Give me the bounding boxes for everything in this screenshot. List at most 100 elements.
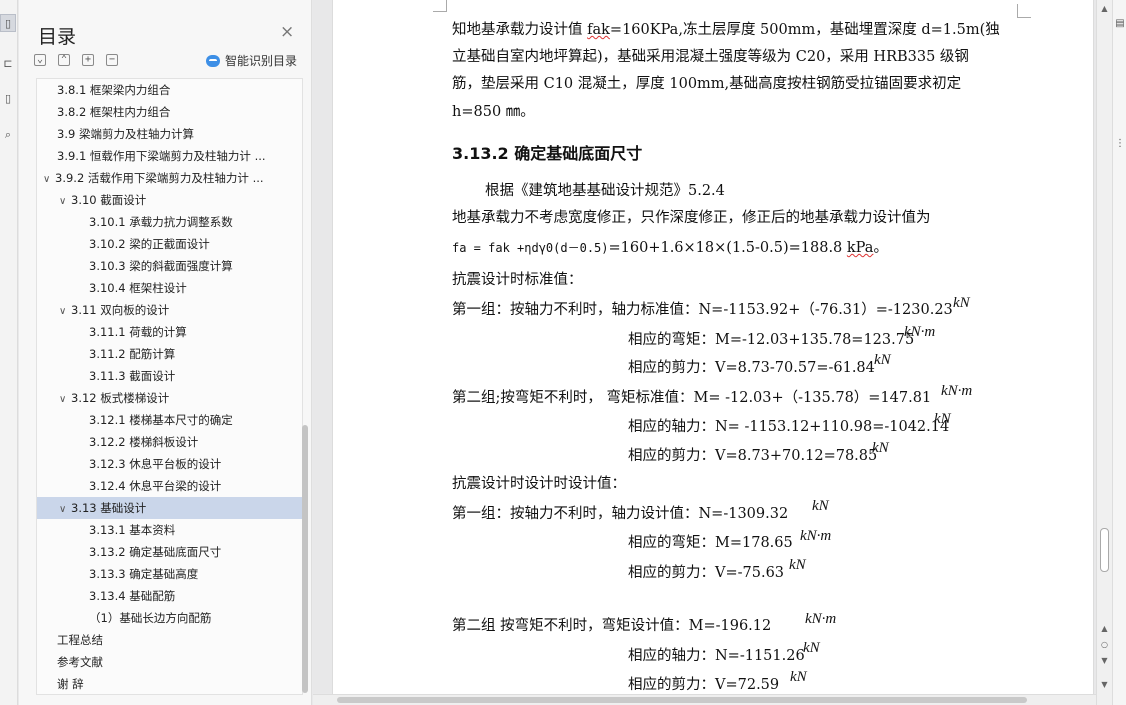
- toc-item[interactable]: 3.10.2 梁的正截面设计: [37, 233, 302, 255]
- chevron-down-icon[interactable]: ∨: [59, 301, 71, 321]
- toc-item[interactable]: 3.12.4 休息平台梁的设计: [37, 475, 302, 497]
- toc-item-label: 3.12.4 休息平台梁的设计: [89, 479, 222, 493]
- toc-item-label: 3.13.4 基础配筋: [89, 589, 176, 603]
- toc-item[interactable]: ∨ 3.12 板式楼梯设计: [37, 387, 302, 409]
- doc-line: 立基础自室内地坪算起)，基础采用混凝土强度等级为 C20，采用 HRB335 级…: [452, 49, 969, 65]
- toc-scrollbar[interactable]: [302, 425, 308, 693]
- doc-line: h=850 ㎜。: [452, 104, 535, 120]
- toc-item[interactable]: （1）基础长边方向配筋: [37, 607, 302, 629]
- next-page-icon[interactable]: ▼: [1099, 656, 1110, 665]
- toc-item[interactable]: ∨ 3.11 双向板的设计: [37, 299, 302, 321]
- doc-line: 第二组;按弯矩不利时， 弯矩标准值：M= -12.03+（-135.78）=14…: [452, 390, 932, 406]
- formula-line: fa = fak +ηdγ0(d－0.5)=160+1.6×18×(1.5-0.…: [452, 240, 888, 256]
- doc-line: 相应的弯矩：M=-12.03+135.78=123.75: [628, 332, 915, 348]
- chevron-down-icon[interactable]: ∨: [59, 191, 71, 211]
- toc-item-label: 3.13.2 确定基础底面尺寸: [89, 545, 222, 559]
- page-dot-icon[interactable]: ○: [1099, 640, 1110, 649]
- expand-up-icon[interactable]: ⌃: [58, 54, 70, 66]
- toc-item[interactable]: 3.13.4 基础配筋: [37, 585, 302, 607]
- toc-item[interactable]: 3.13.1 基本资料: [37, 519, 302, 541]
- settings-panel-icon[interactable]: ⋮: [1114, 138, 1126, 149]
- toc-item[interactable]: 工程总结: [37, 629, 302, 651]
- close-icon[interactable]: ×: [280, 22, 294, 42]
- toc-item[interactable]: ∨ 3.13 基础设计: [37, 497, 302, 519]
- unit-label: kN·m: [800, 528, 832, 544]
- toc-item-label: 3.13 基础设计: [71, 501, 147, 515]
- page-thumbnail-icon[interactable]: ▯: [0, 90, 16, 108]
- doc-line: 相应的剪力：V=72.59: [628, 677, 780, 693]
- doc-line: 抗震设计时设计时设计值：: [452, 476, 626, 492]
- doc-line: 根据《建筑地基基础设计规范》5.2.4: [485, 183, 725, 199]
- remove-heading-icon[interactable]: −: [106, 54, 118, 66]
- unit-label: kN·m: [904, 324, 936, 340]
- right-side-panel: ▤ ⋮: [1112, 0, 1126, 705]
- toc-panel: 目录 × ⌄ ⌃ + − 智能识别目录 3.8.1 框架梁内力组合 3.8.2 框…: [19, 0, 312, 705]
- horizontal-scrollbar[interactable]: [313, 694, 1096, 705]
- toc-item[interactable]: 3.11.3 截面设计: [37, 365, 302, 387]
- toc-item[interactable]: 3.12.2 楼梯斜板设计: [37, 431, 302, 453]
- chevron-down-icon[interactable]: ∨: [59, 499, 71, 519]
- collapse-all-icon[interactable]: ⌄: [34, 54, 46, 66]
- toc-item-label: 3.10.2 梁的正截面设计: [89, 237, 210, 251]
- scroll-up-icon[interactable]: ▲: [1099, 4, 1110, 13]
- toc-item-label: 3.10.1 承载力抗力调整系数: [89, 215, 233, 229]
- chevron-down-icon[interactable]: ∨: [43, 169, 55, 189]
- toc-item-label: 参考文献: [57, 655, 103, 669]
- toc-item-label: 3.12 板式楼梯设计: [71, 391, 170, 405]
- toc-item[interactable]: 参考文献: [37, 651, 302, 673]
- toc-item[interactable]: 3.10.1 承载力抗力调整系数: [37, 211, 302, 233]
- toc-item-label: 3.12.2 楼梯斜板设计: [89, 435, 199, 449]
- unit-label: kN: [789, 557, 806, 573]
- toc-panel-icon[interactable]: ▯: [0, 14, 16, 32]
- doc-line: 相应的剪力：V=-75.63: [628, 565, 785, 581]
- toc-item[interactable]: ∨ 3.10 截面设计: [37, 189, 302, 211]
- toc-title: 目录: [38, 26, 77, 48]
- toc-item-label: 3.8.2 框架柱内力组合: [57, 105, 171, 119]
- toc-item[interactable]: 3.11.1 荷载的计算: [37, 321, 302, 343]
- scroll-down-icon[interactable]: ▼: [1099, 680, 1110, 689]
- smart-toc-label: 智能识别目录: [225, 54, 298, 68]
- document-page[interactable]: 知地基承载力设计值 fak=160KPa,冻土层厚度 500mm，基础埋置深度 …: [332, 0, 1094, 695]
- toc-item[interactable]: 3.8.2 框架柱内力组合: [37, 101, 302, 123]
- toc-item[interactable]: 3.9 梁端剪力及柱轴力计算: [37, 123, 302, 145]
- toc-item-label: 3.8.1 框架梁内力组合: [57, 83, 171, 97]
- add-heading-icon[interactable]: +: [82, 54, 94, 66]
- formula-right: =160+1.6×18×(1.5-0.5)=188.8: [608, 240, 847, 256]
- toc-item[interactable]: 3.10.3 梁的斜截面强度计算: [37, 255, 302, 277]
- toc-item-label: 3.9.2 活载作用下梁端剪力及柱轴力计 ...: [55, 171, 264, 185]
- vertical-scrollbar[interactable]: ▲ ▲ ○ ▼ ▼: [1096, 0, 1112, 705]
- vertical-scroll-thumb[interactable]: [1100, 528, 1109, 572]
- toc-item-label: 3.13.1 基本资料: [89, 523, 176, 537]
- toc-item-label: （1）基础长边方向配筋: [89, 611, 212, 625]
- prev-page-icon[interactable]: ▲: [1099, 624, 1110, 633]
- smart-toc-button[interactable]: 智能识别目录: [206, 52, 297, 69]
- toc-item[interactable]: 3.9.1 恒载作用下梁端剪力及柱轴力计 ...: [37, 145, 302, 167]
- chevron-down-icon[interactable]: ∨: [59, 389, 71, 409]
- doc-line: 相应的剪力：V=8.73+70.12=78.85: [628, 448, 878, 464]
- toc-item[interactable]: 3.12.3 休息平台板的设计: [37, 453, 302, 475]
- style-panel-icon[interactable]: ▤: [1114, 18, 1126, 29]
- toc-item[interactable]: 3.12.1 楼梯基本尺寸的确定: [37, 409, 302, 431]
- toc-item[interactable]: 3.13.2 确定基础底面尺寸: [37, 541, 302, 563]
- toc-item-label: 3.10 截面设计: [71, 193, 147, 207]
- toc-item[interactable]: 谢 辞: [37, 673, 302, 695]
- unit-label: kN: [874, 352, 891, 368]
- toc-item[interactable]: 3.13.3 确定基础高度: [37, 563, 302, 585]
- doc-line: 第一组：按轴力不利时，轴力标准值：N=-1153.92+（-76.31）=-12…: [452, 302, 953, 318]
- unit-label: kN: [872, 440, 889, 456]
- formula-left: fa = fak +ηdγ0(d－0.5): [452, 241, 609, 255]
- margin-corner-mark: [1017, 4, 1031, 18]
- toc-item[interactable]: 3.10.4 框架柱设计: [37, 277, 302, 299]
- bookmark-icon[interactable]: ⊏: [0, 55, 16, 73]
- search-icon[interactable]: ⌕: [0, 126, 16, 144]
- unit-label: kN: [934, 411, 951, 427]
- toc-item[interactable]: 3.11.2 配筋计算: [37, 343, 302, 365]
- toc-item-label: 3.12.3 休息平台板的设计: [89, 457, 222, 471]
- toc-item-label: 3.9.1 恒载作用下梁端剪力及柱轴力计 ...: [57, 149, 266, 163]
- toc-item[interactable]: ∨ 3.9.2 活载作用下梁端剪力及柱轴力计 ...: [37, 167, 302, 189]
- toc-list: 3.8.1 框架梁内力组合 3.8.2 框架柱内力组合 3.9 梁端剪力及柱轴力计算…: [36, 78, 303, 695]
- toc-item-label: 3.13.3 确定基础高度: [89, 567, 199, 581]
- horizontal-scroll-thumb[interactable]: [337, 697, 1027, 703]
- unit-label: kN: [790, 669, 807, 685]
- toc-item[interactable]: 3.8.1 框架梁内力组合: [37, 79, 302, 101]
